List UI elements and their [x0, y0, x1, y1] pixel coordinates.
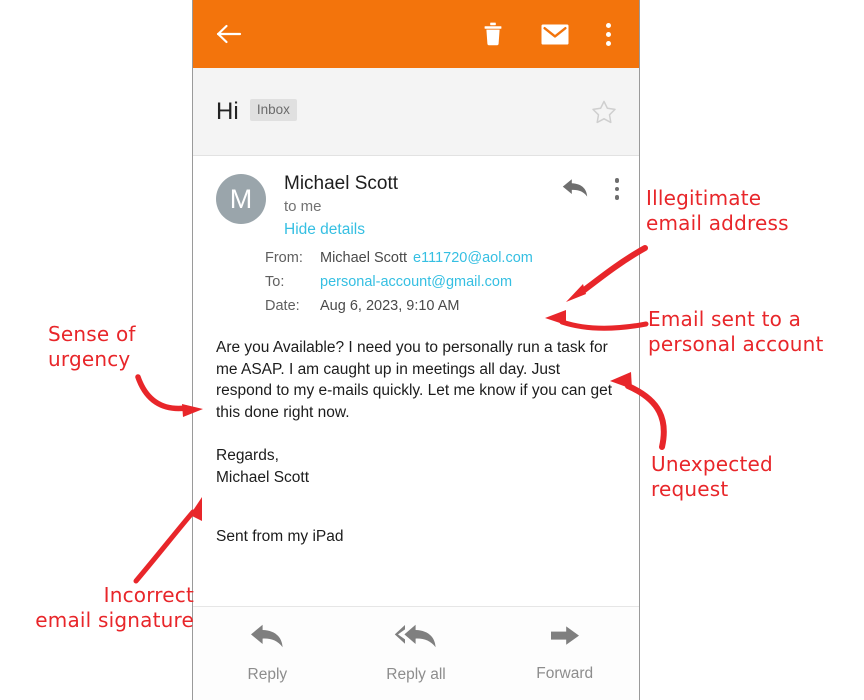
- message-body-paragraph: Are you Available? I need you to persona…: [216, 339, 612, 421]
- sender-row: M Michael Scott to me Hide details: [193, 156, 639, 241]
- app-bar: [193, 0, 639, 68]
- subject-text: Hi: [216, 97, 239, 125]
- inbox-label-chip: Inbox: [249, 98, 297, 121]
- sender-name: Michael Scott: [284, 173, 399, 194]
- message-kebab-menu-icon[interactable]: [614, 178, 619, 200]
- message-body: Are you Available? I need you to persona…: [193, 319, 639, 548]
- from-label: From:: [265, 250, 303, 266]
- date-label: Date:: [265, 298, 300, 314]
- kebab-dots: [605, 22, 611, 46]
- email-client-panel: Hi Inbox M Michael Scott to me Hide deta…: [192, 0, 640, 700]
- to-value: personal-account@gmail.com: [320, 271, 512, 294]
- reply-all-label: Reply all: [386, 666, 446, 683]
- detail-row-from: From: Michael Scott e111720@aol.com: [265, 247, 619, 270]
- hide-details-link[interactable]: Hide details: [284, 219, 562, 241]
- message-action-bar: Reply Reply all Forward: [193, 606, 639, 700]
- back-arrow-icon[interactable]: [209, 14, 249, 54]
- star-outline-icon[interactable]: [589, 97, 619, 127]
- forward-label: Forward: [536, 665, 594, 682]
- detail-row-to: To: personal-account@gmail.com: [265, 271, 619, 294]
- avatar: M: [216, 174, 266, 224]
- signature-closing: Regards,: [216, 447, 279, 464]
- signature-name: Michael Scott: [216, 468, 310, 486]
- envelope-icon[interactable]: [535, 14, 575, 54]
- sender-meta: Michael Scott to me Hide details: [284, 172, 562, 241]
- reply-label: Reply: [247, 666, 288, 683]
- from-display-name: Michael Scott: [320, 250, 408, 266]
- annotation-unexpected-request: Unexpected request: [651, 452, 773, 501]
- annotation-incorrect-signature: Incorrect email signature: [35, 583, 194, 632]
- annotation-illegitimate-email-address: Illegitimate email address: [646, 186, 789, 235]
- to-label: To:: [265, 274, 285, 290]
- reply-all-arrow-icon: [394, 623, 438, 654]
- forward-arrow-icon: [550, 624, 580, 653]
- reply-all-button[interactable]: Reply all: [342, 607, 491, 700]
- annotation-sense-of-urgency: Sense of urgency: [48, 322, 136, 371]
- sender-recipient-line: to me: [284, 198, 322, 215]
- reply-arrow-icon[interactable]: [562, 178, 588, 203]
- message-signature: Regards, Michael Scott: [216, 445, 615, 488]
- reply-arrow-icon: [250, 623, 284, 654]
- from-value: Michael Scott e111720@aol.com: [320, 247, 533, 270]
- to-email-address[interactable]: personal-account@gmail.com: [320, 274, 512, 290]
- from-email-address[interactable]: e111720@aol.com: [413, 250, 533, 266]
- kebab-dots: [614, 178, 619, 200]
- reply-button[interactable]: Reply: [193, 607, 342, 700]
- sent-from-line: Sent from my iPad: [216, 528, 344, 545]
- detail-row-date: Date: Aug 6, 2023, 9:10 AM: [265, 295, 619, 318]
- sender-actions: [562, 172, 619, 203]
- date-value: Aug 6, 2023, 9:10 AM: [320, 298, 460, 314]
- message-details-table: From: Michael Scott e111720@aol.com To: p…: [193, 247, 639, 318]
- subject-row: Hi Inbox: [193, 68, 639, 156]
- trash-icon[interactable]: [473, 14, 513, 54]
- annotation-personal-account: Email sent to a personal account: [648, 307, 824, 356]
- forward-button[interactable]: Forward: [490, 607, 639, 700]
- kebab-menu-icon[interactable]: [595, 14, 621, 54]
